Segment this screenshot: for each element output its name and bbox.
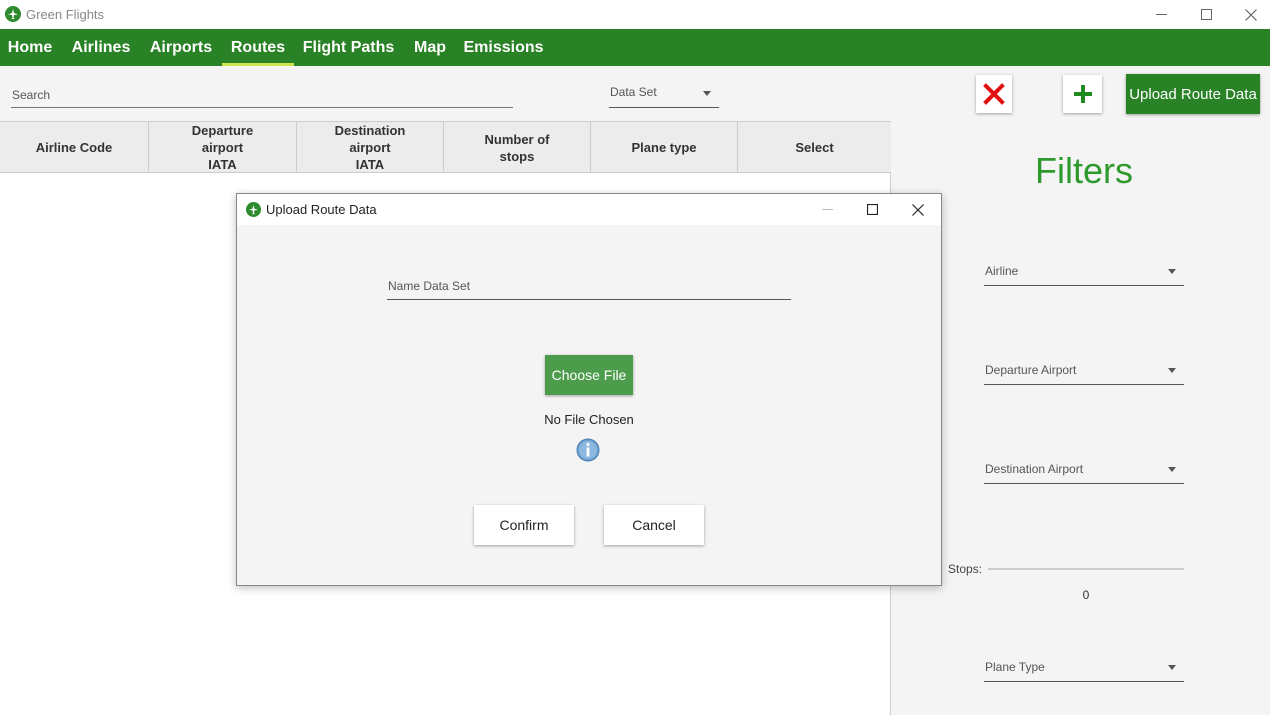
- chevron-down-icon: [703, 91, 711, 96]
- upload-route-data-button[interactable]: Upload Route Data: [1126, 74, 1260, 114]
- delete-button[interactable]: [976, 75, 1012, 113]
- column-header-departure-iata[interactable]: Departure airport IATA: [149, 122, 297, 173]
- destination-airport-filter-label: Destination Airport: [985, 462, 1084, 476]
- close-x-icon: [983, 83, 1005, 105]
- departure-airport-filter-label: Departure Airport: [985, 363, 1077, 377]
- main-nav: Home Airlines Airports Routes Flight Pat…: [0, 29, 1270, 66]
- add-button[interactable]: [1063, 75, 1102, 113]
- tab-map[interactable]: Map: [406, 29, 454, 66]
- dialog-title: Upload Route Data: [266, 202, 377, 217]
- plus-icon: [1073, 85, 1092, 103]
- chevron-down-icon: [1168, 269, 1176, 274]
- dialog-minimize-button[interactable]: [804, 194, 850, 225]
- dataset-select[interactable]: Data Set: [609, 85, 719, 108]
- tab-routes[interactable]: Routes: [222, 29, 294, 66]
- plane-type-filter-label: Plane Type: [985, 660, 1045, 674]
- cancel-button[interactable]: Cancel: [604, 505, 704, 545]
- chevron-down-icon: [1168, 467, 1176, 472]
- dataset-name-field[interactable]: [387, 274, 791, 300]
- choose-file-button[interactable]: Choose File: [545, 355, 633, 395]
- dialog-maximize-button[interactable]: [849, 194, 895, 225]
- dataset-name-input[interactable]: [387, 274, 791, 298]
- destination-airport-filter-select[interactable]: Destination Airport: [984, 462, 1184, 484]
- plane-type-filter-select[interactable]: Plane Type: [984, 660, 1184, 682]
- chevron-down-icon: [1168, 665, 1176, 670]
- close-window-button[interactable]: [1228, 0, 1270, 29]
- tab-flight-paths[interactable]: Flight Paths: [298, 29, 399, 66]
- file-status-text: No File Chosen: [544, 412, 634, 427]
- maximize-icon: [866, 204, 878, 215]
- departure-airport-filter-select[interactable]: Departure Airport: [984, 363, 1184, 385]
- minimize-icon: [1155, 14, 1167, 15]
- column-header-destination-iata[interactable]: Destination airport IATA: [297, 122, 444, 173]
- tab-home[interactable]: Home: [0, 29, 60, 66]
- app-logo-icon: [246, 202, 261, 217]
- search-input[interactable]: [11, 84, 513, 106]
- column-header-plane-type[interactable]: Plane type: [591, 122, 738, 173]
- info-icon[interactable]: [576, 438, 600, 462]
- routes-table-header: Airline Code Departure airport IATA Destin…: [0, 121, 891, 173]
- stops-slider[interactable]: [988, 568, 1184, 570]
- close-icon: [1245, 8, 1257, 21]
- column-header-select[interactable]: Select: [738, 122, 891, 173]
- app-titlebar: Green Flights: [0, 0, 1270, 29]
- app-logo-icon: [5, 6, 21, 22]
- tab-airlines[interactable]: Airlines: [66, 29, 136, 66]
- chevron-down-icon: [1168, 368, 1176, 373]
- column-header-airline-code[interactable]: Airline Code: [0, 122, 149, 173]
- app-title: Green Flights: [26, 7, 105, 22]
- stops-value: 0: [1082, 588, 1090, 602]
- dialog-close-button[interactable]: [895, 194, 941, 225]
- dataset-select-label: Data Set: [610, 85, 657, 99]
- stops-label: Stops:: [948, 562, 983, 576]
- upload-route-data-dialog: Upload Route Data Choose File No File Ch…: [236, 193, 942, 586]
- tab-emissions[interactable]: Emissions: [461, 29, 546, 66]
- airline-filter-label: Airline: [985, 264, 1019, 278]
- tab-airports[interactable]: Airports: [143, 29, 219, 66]
- maximize-icon: [1200, 9, 1212, 20]
- minimize-icon: [821, 209, 833, 210]
- column-header-number-of-stops[interactable]: Number of stops: [444, 122, 591, 173]
- minimize-button[interactable]: [1138, 0, 1184, 29]
- confirm-button[interactable]: Confirm: [474, 505, 574, 545]
- close-icon: [912, 203, 924, 216]
- maximize-button[interactable]: [1183, 0, 1229, 29]
- filters-title: Filters: [1035, 150, 1133, 191]
- dialog-titlebar: Upload Route Data: [237, 194, 941, 225]
- airline-filter-select[interactable]: Airline: [984, 264, 1184, 286]
- search-field[interactable]: [11, 84, 513, 108]
